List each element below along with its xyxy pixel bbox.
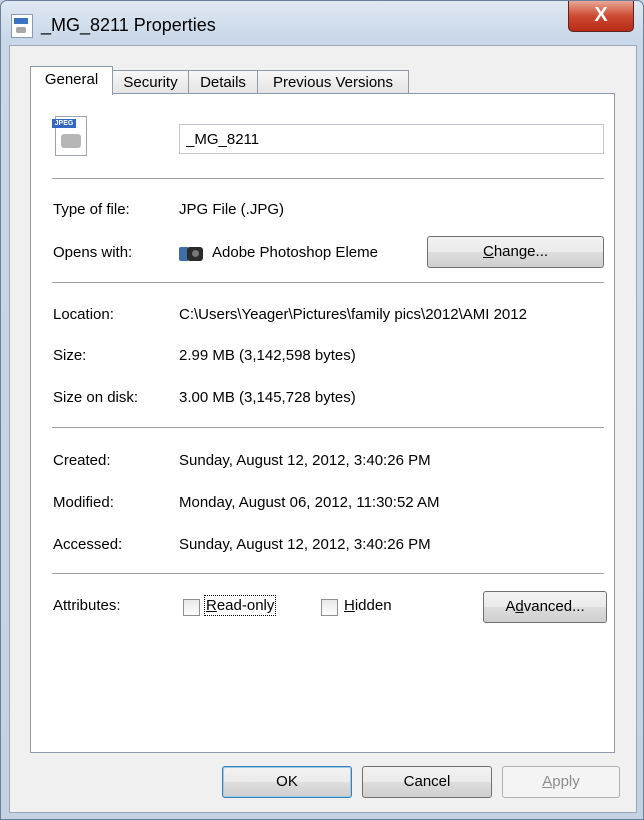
- photoshop-elements-icon: [179, 244, 203, 262]
- hidden-checkbox[interactable]: [321, 599, 338, 616]
- modified-label: Modified:: [53, 494, 114, 511]
- type-label: Type of file:: [53, 201, 130, 218]
- jpeg-badge: JPEG: [52, 119, 76, 128]
- size-on-disk-label: Size on disk:: [53, 389, 139, 406]
- size-value: 2.99 MB (3,142,598 bytes): [179, 347, 356, 364]
- tab-details[interactable]: Details: [188, 70, 258, 94]
- title-bar[interactable]: _MG_8211 Properties X: [1, 1, 643, 45]
- tab-previous-versions[interactable]: Previous Versions: [257, 70, 409, 94]
- properties-window: _MG_8211 Properties X General Security D…: [0, 0, 644, 820]
- read-only-checkbox[interactable]: [183, 599, 200, 616]
- created-label: Created:: [53, 452, 111, 469]
- size-on-disk-value: 3.00 MB (3,145,728 bytes): [179, 389, 356, 406]
- divider: [52, 573, 604, 574]
- location-value: C:\Users\Yeager\Pictures\family pics\201…: [179, 306, 527, 323]
- dialog-body: General Security Details Previous Versio…: [9, 45, 637, 813]
- divider: [52, 282, 604, 283]
- file-name-input[interactable]: [179, 124, 604, 154]
- jpeg-file-icon: [11, 14, 33, 38]
- change-button[interactable]: Change...: [427, 236, 604, 268]
- modified-value: Monday, August 06, 2012, 11:30:52 AM: [179, 494, 440, 511]
- image-glyph: [61, 134, 81, 148]
- window-title: _MG_8211 Properties: [41, 15, 216, 35]
- size-label: Size:: [53, 347, 87, 364]
- created-value: Sunday, August 12, 2012, 3:40:26 PM: [179, 452, 431, 469]
- read-only-label[interactable]: Read-only: [203, 595, 277, 616]
- cancel-button[interactable]: Cancel: [362, 766, 492, 798]
- accessed-value: Sunday, August 12, 2012, 3:40:26 PM: [179, 536, 431, 553]
- attributes-label: Attributes:: [53, 597, 121, 614]
- general-panel: JPEG Type of file: JPG File (.JPG) Opens…: [30, 93, 615, 753]
- jpeg-file-icon: JPEG: [52, 116, 87, 156]
- ok-button[interactable]: OK: [222, 766, 352, 798]
- tab-security[interactable]: Security: [112, 70, 189, 94]
- close-button[interactable]: X: [568, 1, 634, 32]
- accessed-label: Accessed:: [53, 536, 123, 553]
- divider: [52, 178, 604, 179]
- opens-with-label: Opens with:: [53, 244, 133, 261]
- advanced-button[interactable]: Advanced...: [483, 591, 607, 623]
- apply-button[interactable]: Apply: [502, 766, 620, 798]
- tab-general[interactable]: General: [30, 66, 113, 95]
- type-value: JPG File (.JPG): [179, 201, 285, 218]
- hidden-label[interactable]: Hidden: [344, 597, 392, 614]
- location-label: Location:: [53, 306, 114, 323]
- divider: [52, 427, 604, 428]
- opens-with-value: Adobe Photoshop Eleme: [212, 244, 378, 261]
